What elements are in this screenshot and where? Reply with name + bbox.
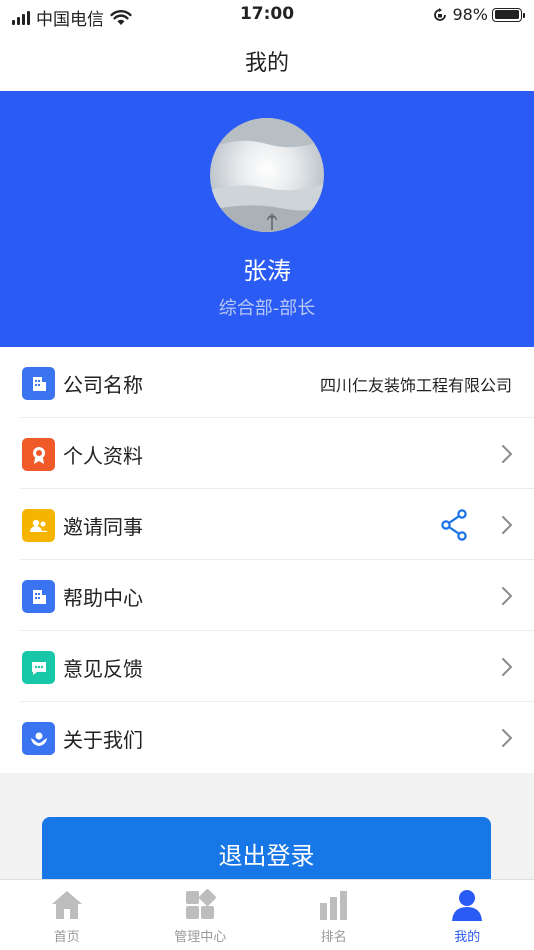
menu-item-label: 关于我们 <box>63 728 143 752</box>
chevron-right-icon <box>502 658 513 676</box>
menu-list: 公司名称 四川仁友装饰工程有限公司 个人资料 邀请同事 帮助中心 意见反馈 关于… <box>0 347 534 773</box>
menu-item-profile[interactable]: 个人资料 <box>20 418 534 489</box>
user-position: 综合部-部长 <box>218 298 316 319</box>
menu-item-help[interactable]: 帮助中心 <box>20 560 534 631</box>
tab-management[interactable]: 管理中心 <box>134 880 268 950</box>
menu-item-label: 公司名称 <box>63 373 143 397</box>
rotation-lock-icon <box>434 7 447 21</box>
chevron-right-icon <box>502 729 513 747</box>
building-icon <box>22 580 55 613</box>
battery-icon <box>492 7 525 22</box>
status-bar: 中国电信 17:00 98% <box>0 0 534 30</box>
grid-icon <box>186 889 217 919</box>
menu-item-label: 意见反馈 <box>63 657 143 681</box>
user-name: 张涛 <box>243 257 291 285</box>
tab-ranking[interactable]: 排名 <box>267 880 401 950</box>
tab-label: 首页 <box>53 930 80 945</box>
message-icon <box>22 651 55 684</box>
chevron-right-icon <box>502 516 513 534</box>
avatar[interactable] <box>210 118 324 232</box>
status-right: 98% <box>432 5 525 24</box>
share-icon[interactable] <box>440 509 470 541</box>
page-title: 我的 <box>244 51 289 76</box>
chevron-right-icon <box>502 587 513 605</box>
company-name-value: 四川仁友装饰工程有限公司 <box>319 376 512 395</box>
menu-item-about[interactable]: 关于我们 <box>20 702 534 773</box>
tab-label: 我的 <box>454 930 481 945</box>
menu-item-invite[interactable]: 邀请同事 <box>20 489 534 560</box>
tab-label: 管理中心 <box>174 930 227 945</box>
profile-header: 张涛 综合部-部长 <box>0 91 534 347</box>
menu-item-label: 个人资料 <box>63 444 143 468</box>
chevron-right-icon <box>502 445 513 463</box>
bar-chart-icon <box>319 891 347 920</box>
building-icon <box>22 367 55 400</box>
home-icon <box>51 891 82 919</box>
person-icon <box>452 890 483 921</box>
nav-bar: 我的 <box>0 30 534 91</box>
tab-label: 排名 <box>320 930 347 945</box>
menu-item-label: 邀请同事 <box>63 515 143 539</box>
avatar-photo-icon <box>210 118 324 232</box>
hands-icon <box>22 722 55 755</box>
tab-home[interactable]: 首页 <box>0 880 134 950</box>
badge-icon <box>22 438 55 471</box>
menu-item-company: 公司名称 四川仁友装饰工程有限公司 <box>20 347 534 418</box>
tab-bar: 首页 管理中心 排名 我的 <box>0 879 534 950</box>
menu-item-label: 帮助中心 <box>63 586 143 610</box>
logout-button[interactable]: 退出登录 <box>42 817 491 887</box>
people-icon <box>22 509 55 542</box>
tab-mine[interactable]: 我的 <box>401 880 534 950</box>
battery-percent: 98% <box>452 5 488 24</box>
menu-item-feedback[interactable]: 意见反馈 <box>20 631 534 702</box>
